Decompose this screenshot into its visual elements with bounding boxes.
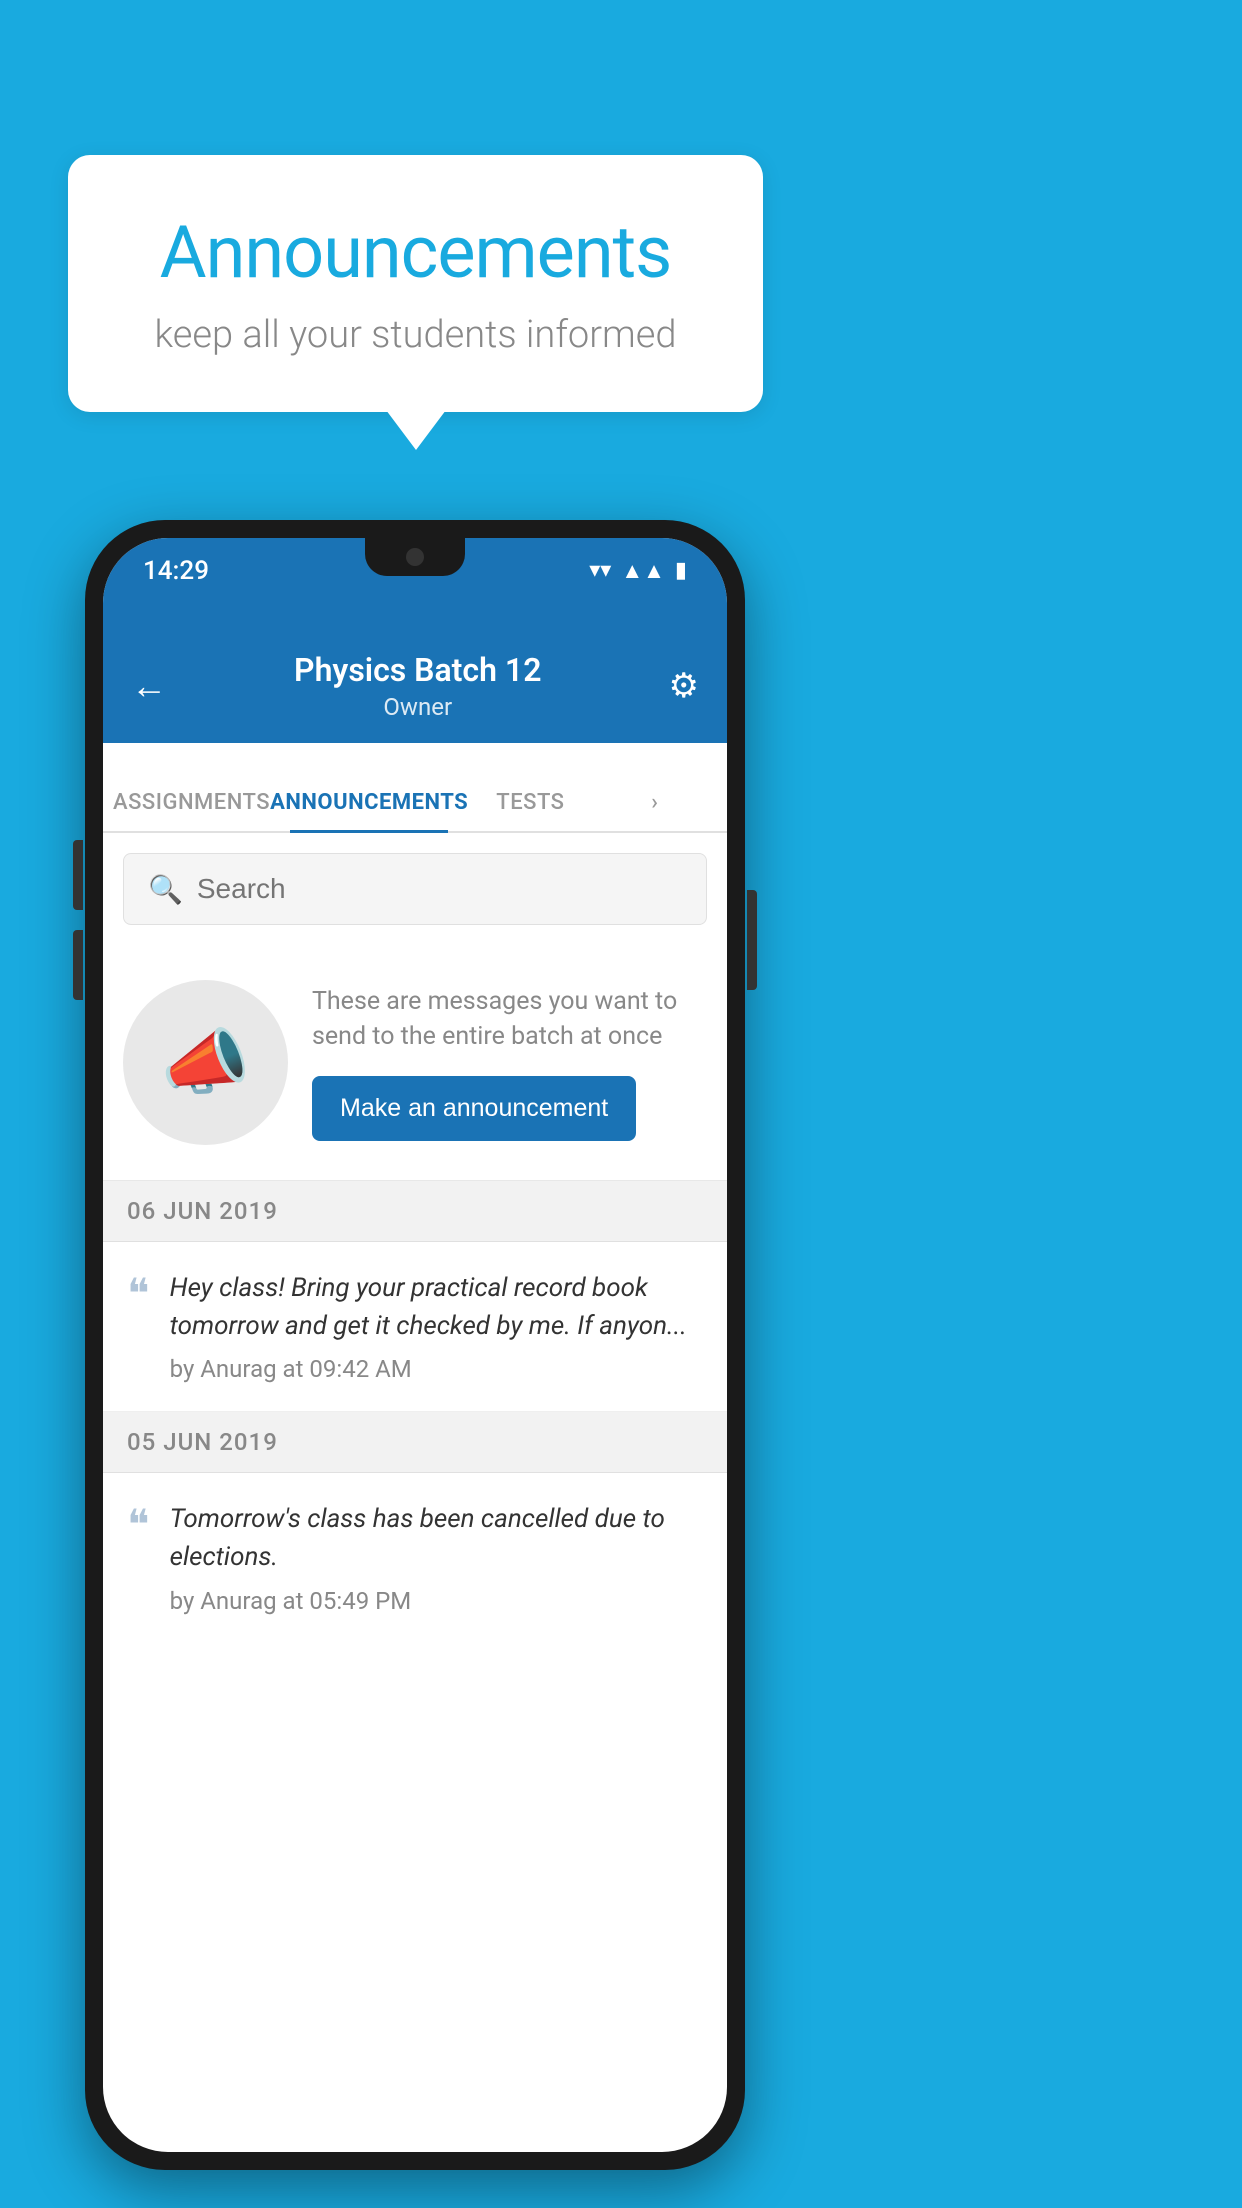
announcement-author-1: by Anurag at 09:42 AM bbox=[170, 1355, 703, 1383]
announcement-item-2[interactable]: ❝ Tomorrow's class has been cancelled du… bbox=[103, 1473, 727, 1642]
power-button bbox=[747, 890, 757, 990]
megaphone-icon: 📣 bbox=[161, 1020, 251, 1105]
status-time: 14:29 bbox=[143, 556, 209, 586]
phone-top-bar: 14:29 ▾▾ ▲▲ ▮ bbox=[103, 538, 727, 633]
status-icons: ▾▾ ▲▲ ▮ bbox=[589, 558, 687, 584]
empty-state-description: These are messages you want to send to t… bbox=[312, 984, 707, 1054]
announcement-message-2: Tomorrow's class has been cancelled due … bbox=[170, 1501, 703, 1576]
announcement-text-block-1: Hey class! Bring your practical record b… bbox=[170, 1270, 703, 1383]
settings-icon[interactable]: ⚙ bbox=[669, 666, 699, 706]
front-camera bbox=[406, 548, 424, 566]
phone-notch bbox=[365, 538, 465, 576]
announcement-author-2: by Anurag at 05:49 PM bbox=[170, 1587, 703, 1615]
volume-down-button bbox=[73, 930, 83, 1000]
speech-bubble-subtitle: keep all your students informed bbox=[128, 313, 703, 357]
battery-icon: ▮ bbox=[675, 558, 687, 583]
speech-bubble: Announcements keep all your students inf… bbox=[68, 155, 763, 412]
quote-icon-2: ❝ bbox=[127, 1505, 150, 1547]
phone-screen: 14:29 ▾▾ ▲▲ ▮ ← Physics Batch 12 Owner ⚙ bbox=[103, 538, 727, 2152]
announcement-icon-circle: 📣 bbox=[123, 980, 288, 1145]
search-bar[interactable]: 🔍 bbox=[123, 853, 707, 925]
tab-announcements[interactable]: ANNOUNCEMENTS bbox=[270, 790, 468, 831]
empty-state-section: 📣 These are messages you want to send to… bbox=[103, 945, 727, 1181]
tab-tests[interactable]: TESTS bbox=[468, 790, 592, 831]
wifi-icon: ▾▾ bbox=[589, 558, 611, 583]
tab-assignments[interactable]: ASSIGNMENTS bbox=[113, 790, 270, 831]
signal-icon: ▲▲ bbox=[621, 558, 665, 584]
header-title-block: Physics Batch 12 Owner bbox=[294, 651, 541, 721]
announcement-text-block-2: Tomorrow's class has been cancelled due … bbox=[170, 1501, 703, 1614]
date-header-1: 06 JUN 2019 bbox=[103, 1181, 727, 1242]
header-title: Physics Batch 12 bbox=[294, 651, 541, 689]
search-container: 🔍 bbox=[103, 833, 727, 945]
tabs-bar: ASSIGNMENTS ANNOUNCEMENTS TESTS › bbox=[103, 743, 727, 833]
empty-state-content: These are messages you want to send to t… bbox=[312, 984, 707, 1141]
speech-bubble-title: Announcements bbox=[128, 210, 703, 295]
search-input[interactable] bbox=[197, 873, 682, 905]
phone-mockup: 14:29 ▾▾ ▲▲ ▮ ← Physics Batch 12 Owner ⚙ bbox=[85, 520, 745, 2170]
speech-bubble-container: Announcements keep all your students inf… bbox=[68, 155, 763, 412]
date-header-2: 05 JUN 2019 bbox=[103, 1412, 727, 1473]
make-announcement-button[interactable]: Make an announcement bbox=[312, 1076, 636, 1141]
back-button[interactable]: ← bbox=[131, 665, 167, 707]
header-subtitle: Owner bbox=[294, 693, 541, 721]
volume-up-button bbox=[73, 840, 83, 910]
announcement-message-1: Hey class! Bring your practical record b… bbox=[170, 1270, 703, 1345]
announcement-item-1[interactable]: ❝ Hey class! Bring your practical record… bbox=[103, 1242, 727, 1412]
quote-icon-1: ❝ bbox=[127, 1274, 150, 1316]
search-icon: 🔍 bbox=[148, 873, 183, 906]
tab-more[interactable]: › bbox=[593, 790, 717, 831]
app-header: ← Physics Batch 12 Owner ⚙ bbox=[103, 633, 727, 743]
